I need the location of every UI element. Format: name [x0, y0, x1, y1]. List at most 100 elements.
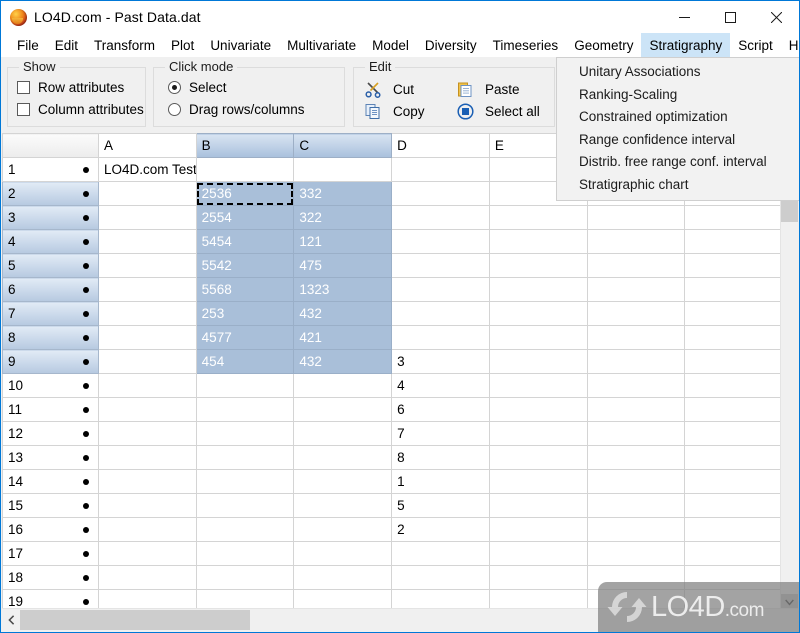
cell-B7[interactable]: 253: [195, 301, 295, 326]
cell-overflow-12[interactable]: [684, 421, 783, 446]
cell-D12[interactable]: 7: [391, 421, 490, 446]
cell-B4[interactable]: 5454: [195, 229, 295, 254]
select-all-button[interactable]: Select all: [454, 101, 540, 121]
cell-F15[interactable]: [586, 493, 686, 518]
cell-E17[interactable]: [488, 541, 588, 566]
row-header-7[interactable]: 7: [2, 301, 99, 326]
cell-F4[interactable]: [586, 229, 686, 254]
cell-D4[interactable]: [391, 229, 490, 254]
cell-C10[interactable]: [293, 373, 393, 398]
cell-C7[interactable]: 432: [293, 301, 393, 326]
cell-overflow-3[interactable]: [684, 205, 783, 230]
cell-C18[interactable]: [293, 565, 393, 590]
row-header-16[interactable]: 16: [2, 517, 99, 542]
radio-select[interactable]: Select: [168, 80, 227, 95]
cell-A13[interactable]: [97, 445, 197, 470]
cell-B6[interactable]: 5568: [195, 277, 295, 302]
menu-help[interactable]: Help: [781, 33, 799, 57]
column-header-a[interactable]: A: [97, 133, 197, 158]
row-header-1[interactable]: 1: [2, 157, 99, 182]
cell-D16[interactable]: 2: [391, 517, 490, 542]
cell-F6[interactable]: [586, 277, 686, 302]
cell-E16[interactable]: [488, 517, 588, 542]
grid-corner[interactable]: [2, 133, 99, 158]
maximize-button[interactable]: [707, 1, 753, 33]
cell-A4[interactable]: [97, 229, 197, 254]
cell-F16[interactable]: [586, 517, 686, 542]
cell-A5[interactable]: [97, 253, 197, 278]
column-attributes-checkbox[interactable]: Column attributes: [17, 102, 144, 117]
cell-A11[interactable]: [97, 397, 197, 422]
cell-A6[interactable]: [97, 277, 197, 302]
cell-B17[interactable]: [195, 541, 295, 566]
cell-C16[interactable]: [293, 517, 393, 542]
cell-F9[interactable]: [586, 349, 686, 374]
row-header-3[interactable]: 3: [2, 205, 99, 230]
menu-item-ranking-scaling[interactable]: Ranking-Scaling: [557, 84, 799, 107]
cell-E15[interactable]: [488, 493, 588, 518]
cell-D11[interactable]: 6: [391, 397, 490, 422]
row-header-18[interactable]: 18: [2, 565, 99, 590]
cell-overflow-13[interactable]: [684, 445, 783, 470]
cell-F12[interactable]: [586, 421, 686, 446]
cell-C5[interactable]: 475: [293, 253, 393, 278]
row-header-11[interactable]: 11: [2, 397, 99, 422]
cell-A9[interactable]: [97, 349, 197, 374]
column-header-b[interactable]: B: [195, 133, 295, 158]
cell-A18[interactable]: [97, 565, 197, 590]
cell-F3[interactable]: [586, 205, 686, 230]
cell-F11[interactable]: [586, 397, 686, 422]
cell-D2[interactable]: [391, 181, 490, 206]
menu-item-stratigraphic-chart[interactable]: Stratigraphic chart: [557, 174, 799, 197]
cell-A14[interactable]: [97, 469, 197, 494]
cell-E10[interactable]: [488, 373, 588, 398]
minimize-button[interactable]: [661, 1, 707, 33]
row-header-15[interactable]: 15: [2, 493, 99, 518]
row-header-5[interactable]: 5: [2, 253, 99, 278]
menu-multivariate[interactable]: Multivariate: [279, 33, 364, 57]
cell-B14[interactable]: [195, 469, 295, 494]
menu-stratigraphy[interactable]: Stratigraphy: [641, 33, 731, 57]
cell-E12[interactable]: [488, 421, 588, 446]
cell-C3[interactable]: 322: [293, 205, 393, 230]
cell-A1[interactable]: LO4D.com Test: [97, 157, 197, 182]
cell-C14[interactable]: [293, 469, 393, 494]
cell-D15[interactable]: 5: [391, 493, 490, 518]
menu-item-distrib-free-range-conf-interval[interactable]: Distrib. free range conf. interval: [557, 151, 799, 174]
cell-B15[interactable]: [195, 493, 295, 518]
cell-C4[interactable]: 121: [293, 229, 393, 254]
cell-overflow-6[interactable]: [684, 277, 783, 302]
column-header-d[interactable]: D: [391, 133, 490, 158]
menu-univariate[interactable]: Univariate: [202, 33, 279, 57]
cell-F13[interactable]: [586, 445, 686, 470]
cell-A17[interactable]: [97, 541, 197, 566]
cell-E6[interactable]: [488, 277, 588, 302]
row-header-10[interactable]: 10: [2, 373, 99, 398]
cell-C13[interactable]: [293, 445, 393, 470]
spreadsheet[interactable]: A B C D E F 1LO4D.com Test22536332325543…: [2, 133, 798, 611]
menu-item-constrained-optimization[interactable]: Constrained optimization: [557, 106, 799, 129]
cell-B18[interactable]: [195, 565, 295, 590]
row-header-17[interactable]: 17: [2, 541, 99, 566]
cell-F5[interactable]: [586, 253, 686, 278]
cell-A8[interactable]: [97, 325, 197, 350]
cell-overflow-5[interactable]: [684, 253, 783, 278]
cell-F17[interactable]: [586, 541, 686, 566]
row-header-4[interactable]: 4: [2, 229, 99, 254]
cell-E14[interactable]: [488, 469, 588, 494]
cell-C2[interactable]: 332: [293, 181, 393, 206]
menu-file[interactable]: File: [9, 33, 47, 57]
cell-E3[interactable]: [488, 205, 588, 230]
cell-D3[interactable]: [391, 205, 490, 230]
row-header-2[interactable]: 2: [2, 181, 99, 206]
cell-C9[interactable]: 432: [293, 349, 393, 374]
cell-A15[interactable]: [97, 493, 197, 518]
paste-button[interactable]: Paste: [454, 79, 520, 99]
vertical-scrollbar[interactable]: [780, 158, 798, 611]
menu-transform[interactable]: Transform: [86, 33, 163, 57]
cell-overflow-4[interactable]: [684, 229, 783, 254]
cell-C11[interactable]: [293, 397, 393, 422]
cell-C12[interactable]: [293, 421, 393, 446]
cell-overflow-15[interactable]: [684, 493, 783, 518]
row-attributes-checkbox[interactable]: Row attributes: [17, 80, 124, 95]
